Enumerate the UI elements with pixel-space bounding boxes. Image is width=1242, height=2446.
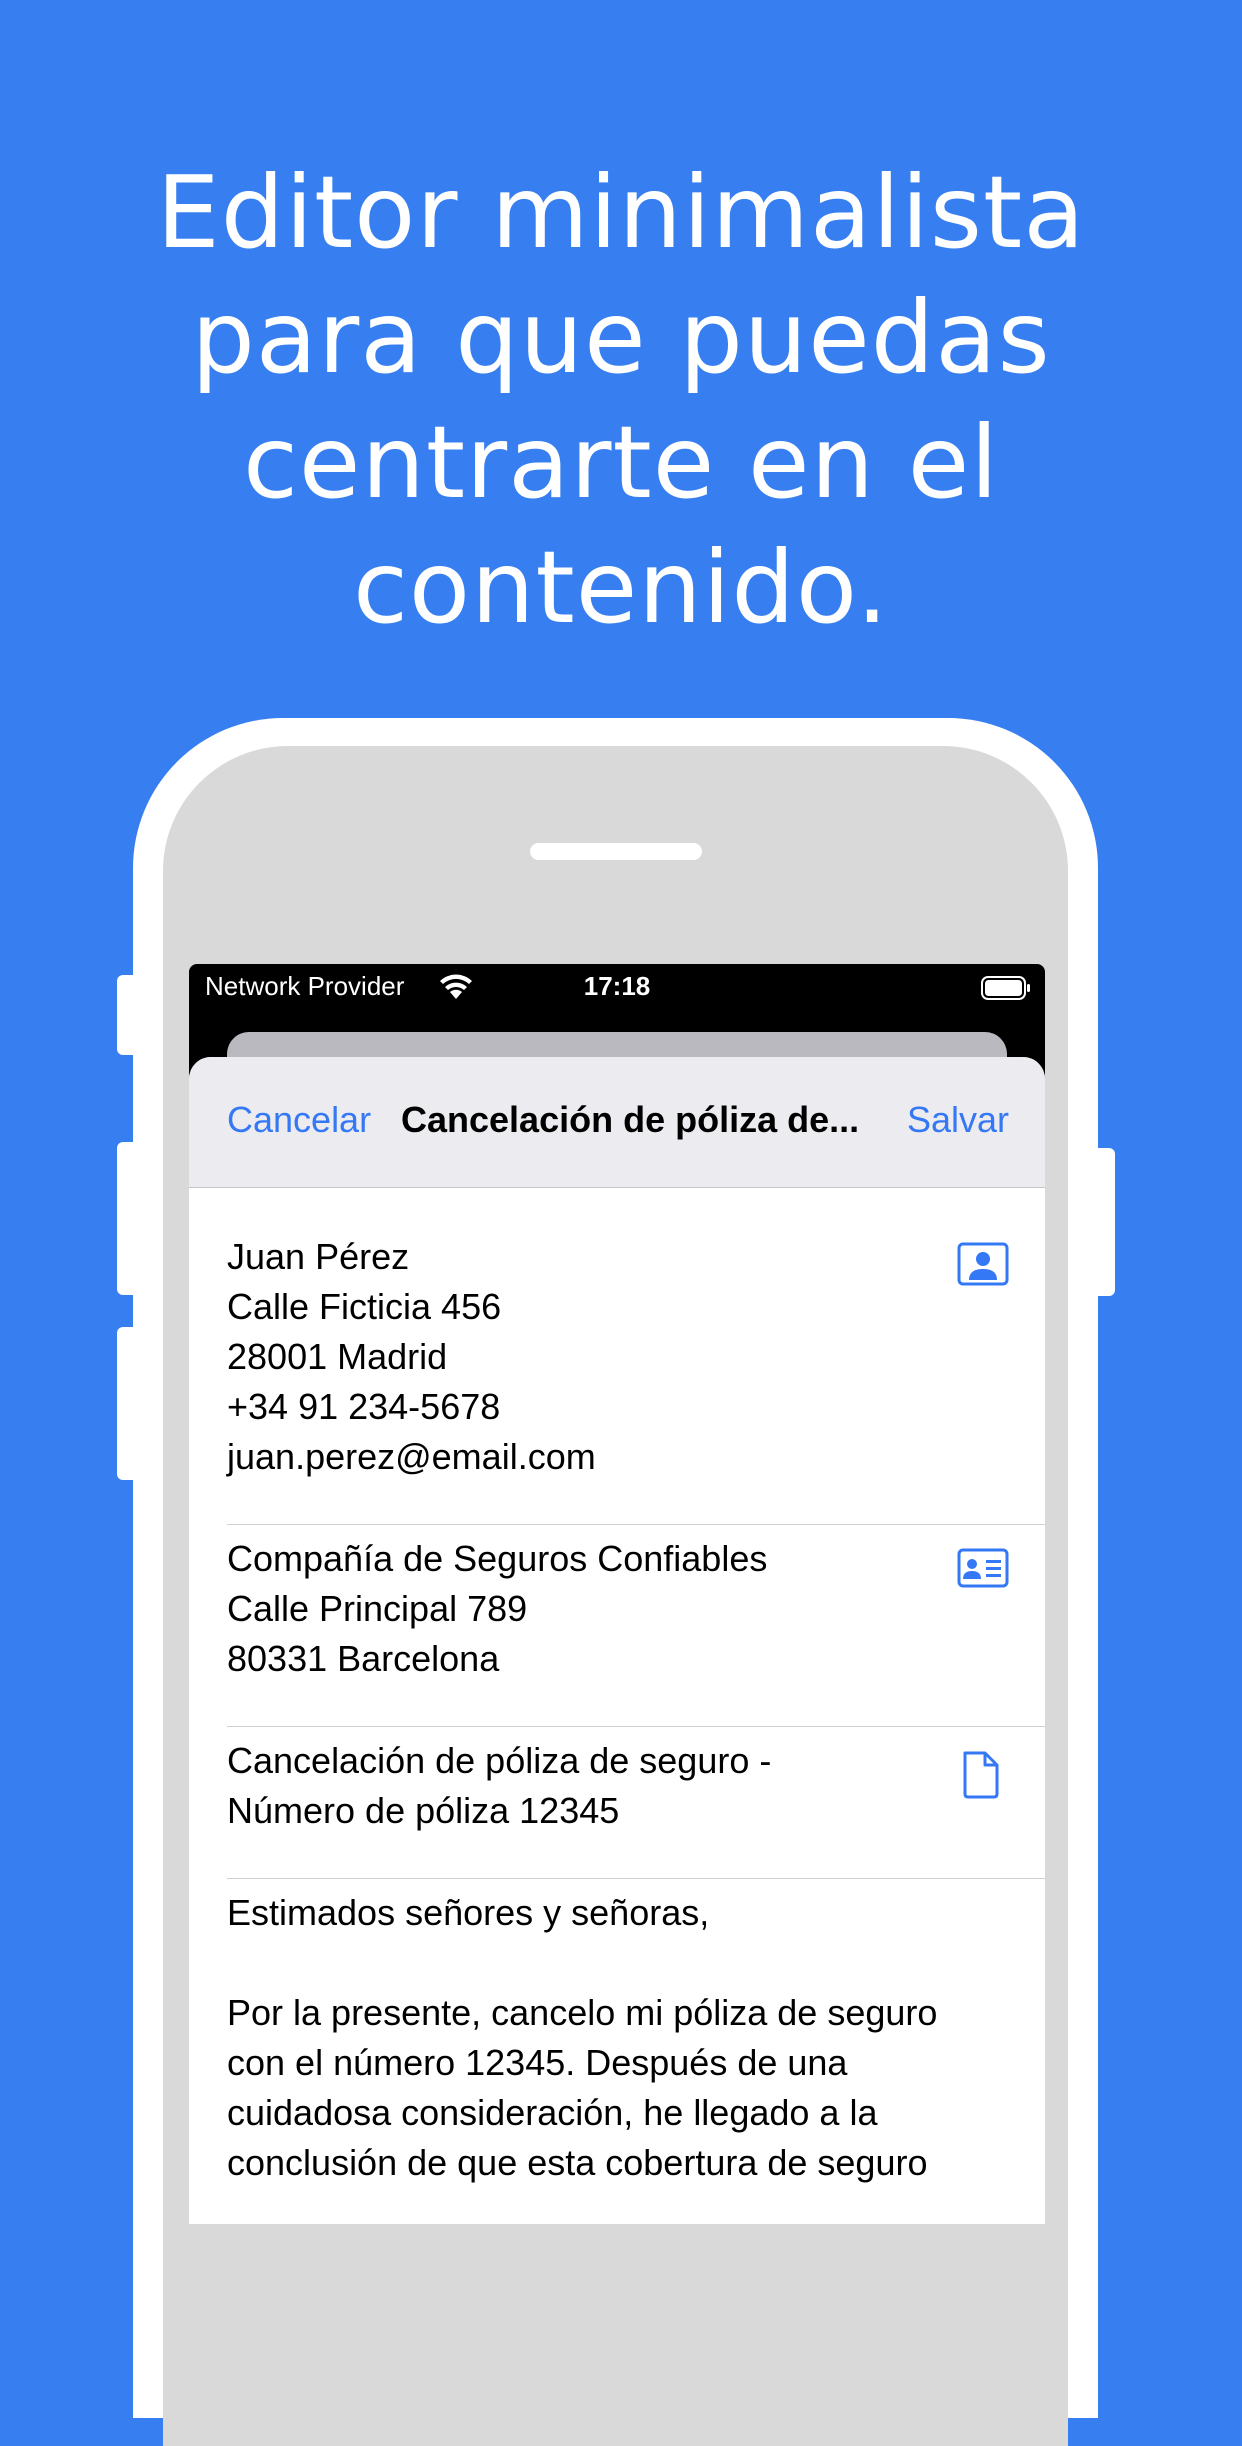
person-portrait-icon[interactable] — [957, 1242, 1009, 1286]
headline-line-1: Editor minimalista — [156, 154, 1086, 271]
recipient-city: 80331 Barcelona — [227, 1638, 500, 1679]
contact-card-icon[interactable] — [957, 1548, 1009, 1588]
battery-icon — [981, 976, 1030, 1000]
body-blank-line — [227, 1938, 1007, 1988]
document-icon[interactable] — [959, 1750, 1003, 1800]
recipient-street: Calle Principal 789 — [227, 1588, 528, 1629]
body-line-4: conclusión de que esta cobertura de segu… — [227, 2142, 928, 2183]
subject-block[interactable]: Cancelación de póliza de seguro - Número… — [227, 1736, 1007, 1836]
letter-body[interactable]: Estimados señores y señoras, Por la pres… — [227, 1888, 1007, 2188]
headline-line-3: centrarte en el — [242, 404, 1000, 521]
document-title: Cancelación de póliza de... — [401, 1099, 860, 1140]
subject-line-2: Número de póliza 12345 — [227, 1790, 620, 1831]
sender-name: Juan Pérez — [227, 1236, 410, 1277]
cancel-button[interactable]: Cancelar — [227, 1099, 371, 1141]
sender-street: Calle Ficticia 456 — [227, 1286, 502, 1327]
status-bar: Network Provider 17:18 — [189, 964, 1045, 1010]
sender-phone: +34 91 234-5678 — [227, 1386, 501, 1427]
recipient-block[interactable]: Compañía de Seguros Confiables Calle Pri… — [227, 1534, 1007, 1684]
separator — [227, 1524, 1045, 1525]
navigation-bar: Cancelar Cancelación de póliza de... Sal… — [189, 1057, 1045, 1188]
phone-speaker — [530, 843, 702, 860]
status-time: 17:18 — [583, 971, 651, 1001]
phone-screen: Network Provider 17:18 Cancelar Cancelac… — [189, 964, 1045, 2224]
separator — [227, 1726, 1045, 1727]
body-line-2: con el número 12345. Después de una — [227, 2042, 848, 2083]
body-line-3: cuidadosa consideración, he llegado a la — [227, 2092, 878, 2133]
recipient-company: Compañía de Seguros Confiables — [227, 1538, 768, 1579]
sender-block[interactable]: Juan Pérez Calle Ficticia 456 28001 Madr… — [227, 1232, 1007, 1482]
subject-line-1: Cancelación de póliza de seguro - — [227, 1740, 772, 1781]
body-line-1: Por la presente, cancelo mi póliza de se… — [227, 1992, 938, 2033]
body-greeting: Estimados señores y señoras, — [227, 1892, 710, 1933]
save-button[interactable]: Salvar — [907, 1099, 1009, 1141]
headline: Editor minimalista para que puedas centr… — [0, 150, 1242, 650]
headline-line-2: para que puedas — [191, 279, 1051, 396]
headline-line-4: contenido. — [352, 529, 890, 646]
editor-sheet: Cancelar Cancelación de póliza de... Sal… — [189, 1057, 1045, 2224]
sender-email: juan.perez@email.com — [227, 1436, 596, 1477]
sender-city: 28001 Madrid — [227, 1336, 448, 1377]
separator — [227, 1878, 1045, 1879]
